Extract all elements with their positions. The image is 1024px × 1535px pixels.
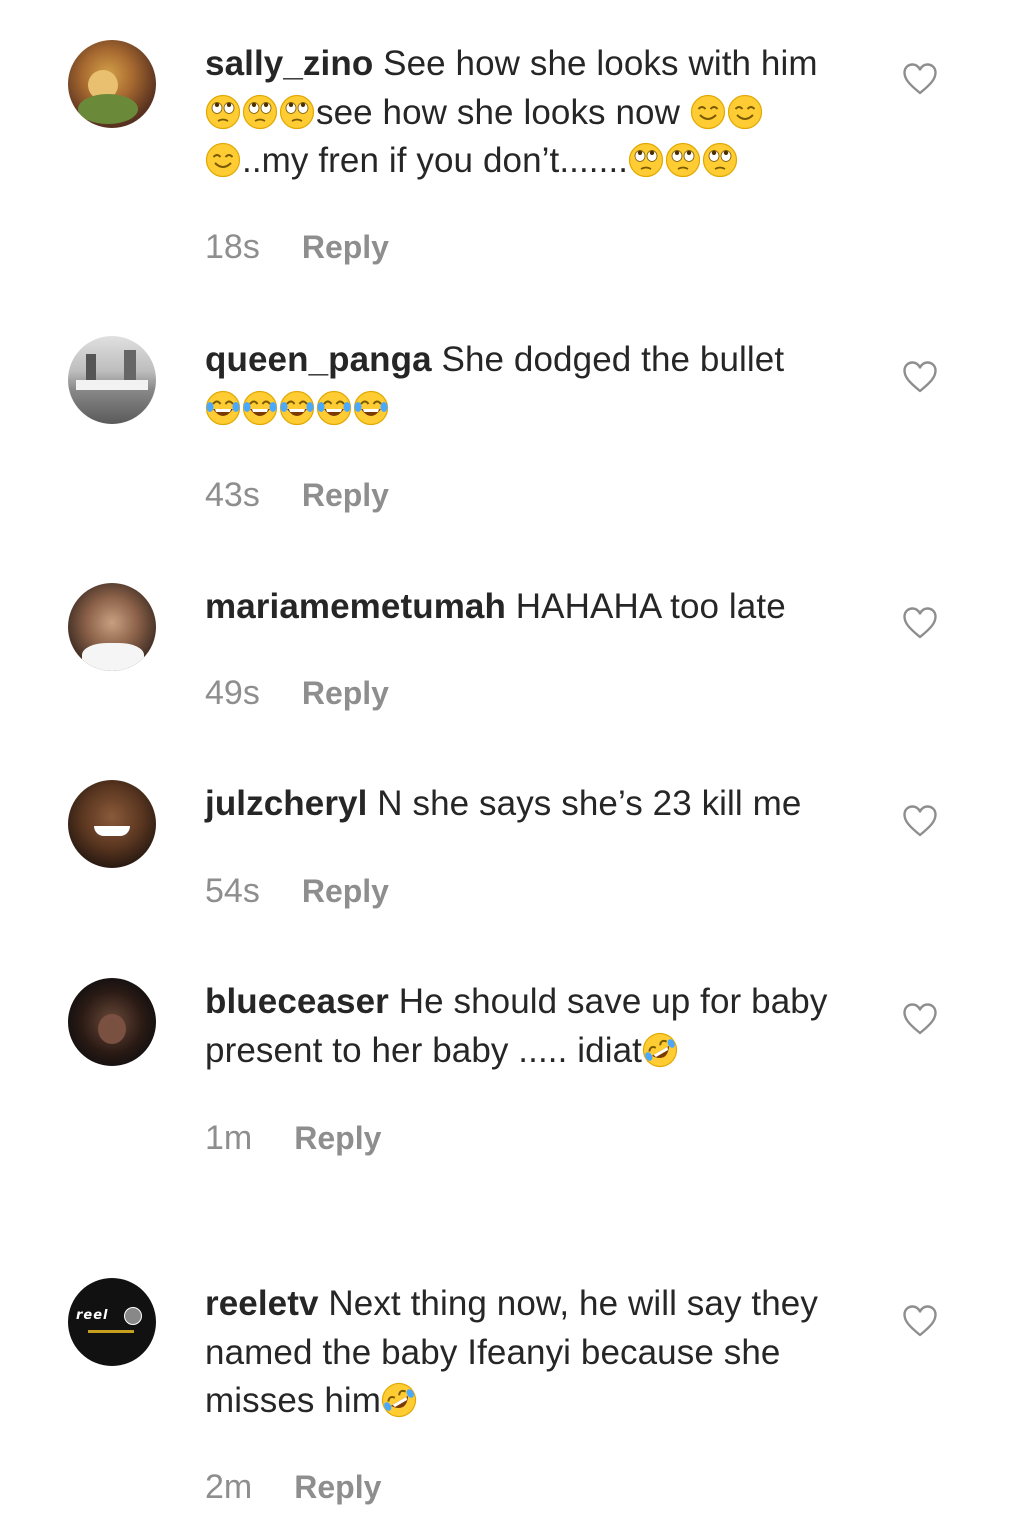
comment-body-line1: N she says she’s 23 kill me [377,784,802,823]
face-with-tears-of-joy-emoji [353,390,389,426]
face-with-rolling-eyes-emoji [205,94,241,130]
comment-username[interactable]: sally_zino [205,44,373,83]
avatar[interactable] [68,978,156,1066]
comment-text: blueceaser He should save up for baby pr… [205,978,870,1075]
comment-body-line1: HAHAHA too late [515,587,786,626]
avatar[interactable] [68,583,156,671]
avatar[interactable]: reel [68,1278,156,1366]
comment-body-line2: see how she looks now [316,92,680,132]
comment-body-line1: He should save up for baby [398,982,828,1021]
comment-username[interactable]: julzcheryl [205,784,367,823]
face-with-rolling-eyes-emoji [665,142,701,178]
heart-outline-icon[interactable] [902,606,938,640]
face-with-tears-of-joy-emoji [316,390,352,426]
reply-button[interactable]: Reply [294,1120,381,1157]
comment-timestamp: 2m [205,1468,253,1506]
comment-body-line1: Next thing now, he will say they [328,1284,818,1323]
comment-timestamp: 18s [205,228,260,266]
reply-button[interactable]: Reply [302,229,389,266]
face-with-rolling-eyes-emoji [702,142,738,178]
heart-outline-icon[interactable] [902,804,938,838]
face-with-rolling-eyes-emoji [242,94,278,130]
comment-meta: 2m Reply [205,1468,381,1507]
comment-username[interactable]: queen_panga [205,340,432,379]
comment-timestamp: 43s [205,476,260,514]
avatar[interactable] [68,336,156,424]
comment-body-line3: misses him [205,1381,382,1420]
comment-username[interactable]: blueceaser [205,982,389,1021]
reply-button[interactable]: Reply [294,1469,381,1506]
comment-meta: 1m Reply [205,1119,381,1158]
heart-outline-icon[interactable] [902,360,938,394]
comment-text: reeletv Next thing now, he will say they… [205,1280,870,1426]
comment-meta: 54s Reply [205,872,389,911]
comment-timestamp: 49s [205,674,260,712]
smiling-face-emoji [690,94,726,130]
rolling-on-floor-laughing-emoji [381,1382,417,1418]
comment-body-line3: ..my fren if you don’t....... [242,141,629,180]
comment-text: queen_panga She dodged the bullet [205,336,870,433]
avatar[interactable] [68,40,156,128]
rolling-on-floor-laughing-emoji [642,1032,678,1068]
heart-outline-icon[interactable] [902,62,938,96]
comment-body-line2: named the baby Ifeanyi because she [205,1332,781,1372]
comment-meta: 49s Reply [205,674,389,713]
comment-meta: 43s Reply [205,476,389,515]
reply-button[interactable]: Reply [302,873,389,910]
face-with-tears-of-joy-emoji [279,390,315,426]
comment-body-line1: See how she looks with him [383,44,818,83]
smiling-face-emoji [727,94,763,130]
face-with-rolling-eyes-emoji [279,94,315,130]
reply-button[interactable]: Reply [302,477,389,514]
comment-body-line2: present to her baby ..... idiat [205,1030,642,1070]
face-with-tears-of-joy-emoji [242,390,278,426]
avatar[interactable] [68,780,156,868]
heart-outline-icon[interactable] [902,1304,938,1338]
comment-body-line1: She dodged the bullet [441,340,785,379]
face-with-rolling-eyes-emoji [628,142,664,178]
comment-text: julzcheryl N she says she’s 23 kill me [205,780,870,829]
comment-timestamp: 1m [205,1119,253,1157]
comment-timestamp: 54s [205,872,260,910]
heart-outline-icon[interactable] [902,1002,938,1036]
smiling-face-emoji [205,142,241,178]
reply-button[interactable]: Reply [302,675,389,712]
comment-meta: 18s Reply [205,228,389,267]
comment-username[interactable]: mariamemetumah [205,587,506,626]
comment-username[interactable]: reeletv [205,1284,319,1323]
comment-text: sally_zino See how she looks with him se… [205,40,870,186]
face-with-tears-of-joy-emoji [205,390,241,426]
comment-text: mariamemetumah HAHAHA too late [205,583,870,632]
